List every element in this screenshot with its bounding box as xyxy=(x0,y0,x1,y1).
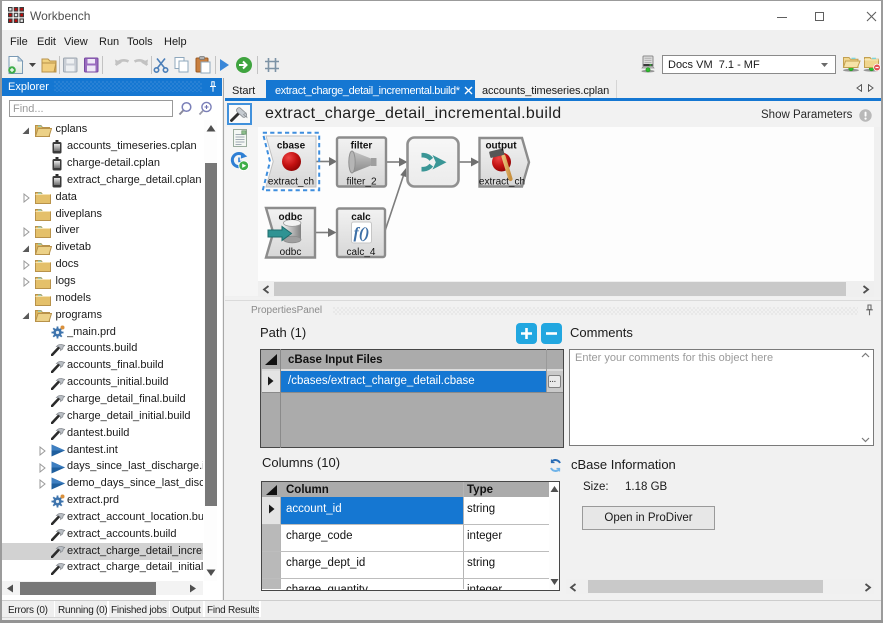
svg-text:extract_ch: extract_ch xyxy=(268,177,314,188)
svg-text:extract_ch: extract_ch xyxy=(479,177,525,188)
svg-text:calc_4: calc_4 xyxy=(347,247,376,258)
svg-text:filter: filter xyxy=(351,141,373,152)
svg-text:filter_2: filter_2 xyxy=(346,177,376,188)
svg-text:f(): f() xyxy=(354,225,370,242)
svg-text:output: output xyxy=(485,141,517,152)
svg-text:odbc: odbc xyxy=(280,247,302,258)
svg-text:calc: calc xyxy=(351,212,371,223)
svg-text:odbc: odbc xyxy=(279,212,303,223)
svg-text:cbase: cbase xyxy=(277,141,306,152)
